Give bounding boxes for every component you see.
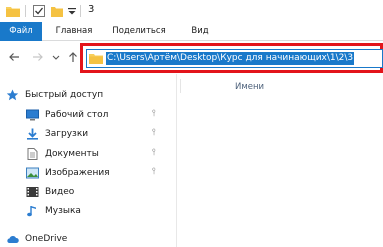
arrow-up-icon[interactable] (68, 51, 78, 66)
ribbon: Файл Главная Поделиться Вид (0, 22, 383, 41)
pin-icon[interactable]: ⫯ (152, 109, 156, 119)
column-header-name[interactable]: Имени (235, 82, 264, 92)
window-title: 3 (88, 4, 95, 15)
chevron-down-icon[interactable] (52, 51, 60, 66)
download-icon (26, 128, 39, 140)
tab-home[interactable]: Главная (50, 22, 98, 41)
address-input[interactable]: C:\Users\Артём\Desktop\Курс для начинающ… (106, 52, 355, 65)
pin-icon[interactable]: ⫯ (152, 128, 156, 138)
title-separator (25, 5, 26, 17)
sidebar-item-label: Видео (45, 187, 75, 197)
sidebar-item-label: Документы (45, 149, 99, 159)
sidebar-item-pictures[interactable]: Изображения (26, 165, 110, 181)
title-separator (80, 5, 81, 17)
sidebar-item-downloads[interactable]: Загрузки (26, 126, 88, 142)
sidebar-item-label: Изображения (45, 168, 110, 178)
pin-icon[interactable]: ⫯ (152, 148, 156, 158)
sidebar-item-quick-access[interactable]: Быстрый доступ (6, 87, 103, 103)
column-divider[interactable] (180, 79, 181, 93)
address-bar[interactable]: C:\Users\Артём\Desktop\Курс для начинающ… (86, 49, 383, 68)
dropdown-icon[interactable] (68, 5, 76, 20)
folder-icon (89, 53, 103, 68)
file-list[interactable]: Имени (177, 74, 383, 247)
sidebar-item-label: Музыка (45, 206, 81, 216)
address-row: C:\Users\Артём\Desktop\Курс для начинающ… (0, 41, 383, 74)
desktop-icon (26, 109, 39, 121)
tab-file[interactable]: Файл (0, 22, 42, 41)
sidebar-item-label: Быстрый доступ (25, 90, 104, 100)
sidebar-item-desktop[interactable]: Рабочий стол (26, 107, 108, 123)
sidebar-item-label: Загрузки (45, 129, 89, 139)
music-icon (26, 205, 39, 217)
sidebar-item-label: Рабочий стол (45, 110, 109, 120)
arrow-left-icon[interactable] (8, 51, 20, 66)
title-bar: 3 (0, 0, 383, 22)
navigation-pane: Быстрый доступ Рабочий стол ⫯ Загрузки ⫯… (0, 74, 176, 247)
new-folder-icon[interactable] (51, 5, 63, 20)
sidebar-item-label: OneDrive (25, 234, 68, 244)
pin-icon[interactable]: ⫯ (152, 167, 156, 177)
pictures-icon (26, 167, 39, 179)
sidebar-item-music[interactable]: Музыка (26, 203, 81, 219)
cloud-icon (6, 233, 19, 245)
folder-icon (6, 5, 20, 20)
tab-share[interactable]: Поделиться (108, 22, 170, 41)
checkbox-icon[interactable] (33, 5, 45, 20)
sidebar-item-video[interactable]: Видео (26, 184, 74, 200)
tab-view[interactable]: Вид (185, 22, 215, 41)
star-icon (6, 89, 19, 101)
documents-icon (26, 148, 39, 160)
sidebar-item-onedrive[interactable]: OneDrive (6, 231, 67, 247)
sidebar-item-documents[interactable]: Документы (26, 146, 99, 162)
video-icon (26, 186, 39, 198)
arrow-right-icon[interactable] (32, 51, 44, 66)
